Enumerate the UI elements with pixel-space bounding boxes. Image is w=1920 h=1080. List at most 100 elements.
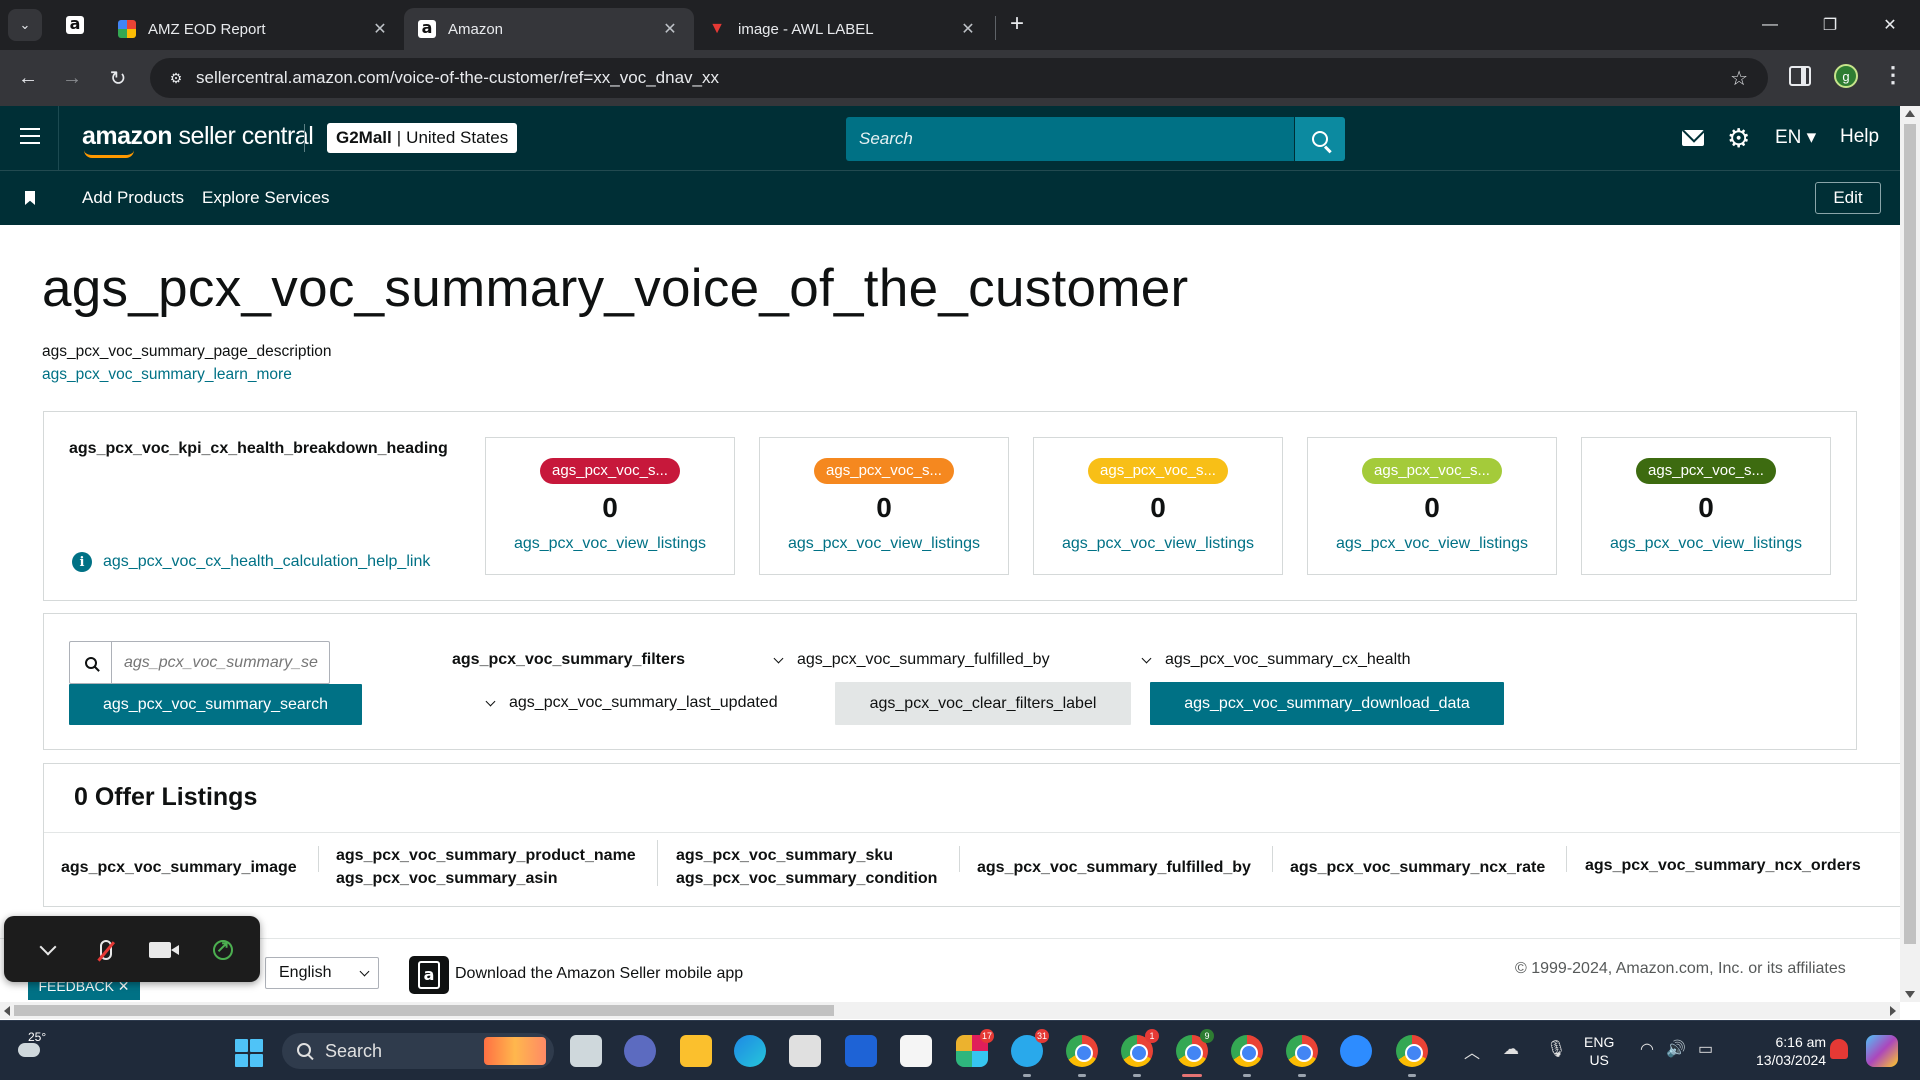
system-clock[interactable]: 6:16 am 13/03/2024 — [1756, 1033, 1826, 1069]
copilot-icon[interactable] — [1866, 1035, 1898, 1067]
zoom-icon[interactable] — [1340, 1035, 1372, 1067]
amazon-app-icon[interactable] — [900, 1035, 932, 1067]
search-button[interactable]: ags_pcx_voc_summary_search — [69, 684, 362, 725]
listing-search-input[interactable] — [113, 642, 329, 683]
subnav-add-products[interactable]: Add Products — [82, 188, 184, 208]
back-arrow-icon[interactable]: ← — [12, 62, 44, 94]
gear-icon[interactable]: ⚙ — [1727, 125, 1750, 151]
task-view-icon[interactable] — [570, 1035, 602, 1067]
windows-start-icon[interactable] — [235, 1039, 263, 1067]
footer-language-select[interactable]: English — [265, 957, 379, 989]
close-tab-icon[interactable]: ✕ — [660, 19, 680, 39]
collapse-chevron-icon[interactable] — [32, 934, 64, 966]
help-link[interactable]: Help — [1840, 126, 1879, 148]
hamburger-menu-icon[interactable] — [20, 128, 40, 144]
health-calculation-help-link[interactable]: ags_pcx_voc_cx_health_calculation_help_l… — [103, 553, 430, 571]
reload-icon[interactable]: ↻ — [102, 62, 134, 94]
wifi-icon[interactable]: ◠ — [1640, 1039, 1654, 1059]
camera-icon[interactable] — [144, 934, 179, 966]
close-tab-icon[interactable]: ✕ — [370, 19, 390, 39]
profile-avatar[interactable]: g — [1834, 64, 1858, 88]
dropbox-icon[interactable] — [845, 1035, 877, 1067]
tab-awl-label[interactable]: ▼ image - AWL LABEL ✕ — [694, 8, 992, 50]
side-panel-icon[interactable] — [1789, 66, 1811, 86]
address-bar[interactable]: ⚙ sellercentral.amazon.com/voice-of-the-… — [150, 58, 1768, 98]
url-text[interactable]: sellercentral.amazon.com/voice-of-the-cu… — [196, 68, 719, 88]
language-selector[interactable]: EN ▾ — [1775, 126, 1816, 149]
view-listings-link[interactable]: ags_pcx_voc_view_listings — [1034, 535, 1282, 553]
share-screen-icon[interactable] — [207, 934, 239, 966]
horizontal-scrollbar[interactable] — [0, 1002, 1900, 1019]
battery-icon[interactable]: ▭ — [1698, 1039, 1713, 1059]
microphone-icon[interactable]: 🎙 — [1546, 1039, 1566, 1059]
weather-widget[interactable]: 25° — [12, 1030, 52, 1071]
close-tab-icon[interactable]: ✕ — [958, 19, 978, 39]
column-header-ncx-rate[interactable]: ags_pcx_voc_summary_ncx_rate — [1290, 856, 1545, 879]
tab-search-button[interactable]: ⌄ — [8, 9, 42, 41]
vertical-scrollbar[interactable] — [1900, 106, 1920, 1002]
view-listings-link[interactable]: ags_pcx_voc_view_listings — [486, 535, 734, 553]
volume-icon[interactable]: 🔊 — [1666, 1039, 1686, 1059]
telegram-icon[interactable]: 31 — [1011, 1029, 1049, 1077]
input-language[interactable]: ENG US — [1584, 1033, 1614, 1069]
column-header-sku[interactable]: ags_pcx_voc_summary_sku ags_pcx_voc_summ… — [676, 844, 937, 890]
chrome-profile-3-icon[interactable]: 9 — [1176, 1029, 1214, 1077]
slack-icon[interactable]: 17 — [956, 1029, 994, 1067]
scroll-right-icon[interactable] — [1890, 1006, 1896, 1016]
file-explorer-icon[interactable] — [680, 1035, 712, 1067]
clear-filters-button[interactable]: ags_pcx_voc_clear_filters_label — [835, 682, 1131, 725]
scroll-left-icon[interactable] — [4, 1006, 10, 1016]
notification-bell-icon[interactable] — [1830, 1039, 1848, 1059]
column-header-image[interactable]: ags_pcx_voc_summary_image — [61, 856, 297, 879]
pinned-tab-amazon[interactable]: a — [58, 10, 92, 40]
restore-button[interactable]: ❐ — [1800, 0, 1860, 50]
store-selector[interactable]: G2Mall | United States — [327, 123, 518, 153]
column-header-fulfilled-by[interactable]: ags_pcx_voc_summary_fulfilled_by — [977, 856, 1251, 879]
scrollbar-thumb[interactable] — [1904, 124, 1916, 944]
amazon-seller-app-icon[interactable]: a — [409, 956, 449, 994]
view-listings-link[interactable]: ags_pcx_voc_view_listings — [760, 535, 1008, 553]
edit-nav-button[interactable]: Edit — [1815, 182, 1881, 214]
learn-more-link[interactable]: ags_pcx_voc_summary_learn_more — [42, 366, 292, 384]
tab-amz-eod-report[interactable]: AMZ EOD Report ✕ — [104, 8, 404, 50]
seller-central-logo[interactable]: amazon seller central — [82, 122, 314, 151]
minimize-button[interactable]: — — [1740, 0, 1800, 50]
meet-chat-icon[interactable] — [624, 1035, 656, 1067]
edge-browser-icon[interactable] — [734, 1035, 766, 1067]
mic-muted-icon[interactable] — [90, 934, 122, 966]
mail-icon[interactable] — [1682, 130, 1704, 146]
view-listings-link[interactable]: ags_pcx_voc_view_listings — [1582, 535, 1830, 553]
chrome-profile-5-icon[interactable] — [1286, 1035, 1318, 1077]
chrome-profile-2-icon[interactable]: 1 — [1121, 1029, 1159, 1077]
scroll-up-icon[interactable] — [1905, 110, 1915, 117]
column-header-ncx-orders[interactable]: ags_pcx_voc_summary_ncx_orders — [1585, 854, 1861, 877]
browser-menu-icon[interactable]: ⋮ — [1882, 62, 1904, 88]
subnav-explore-services[interactable]: Explore Services — [202, 188, 330, 208]
header-search-input[interactable] — [846, 117, 1294, 161]
onedrive-icon[interactable]: ☁ — [1503, 1039, 1519, 1059]
download-app-link[interactable]: Download the Amazon Seller mobile app — [455, 965, 743, 983]
download-data-button[interactable]: ags_pcx_voc_summary_download_data — [1150, 682, 1504, 725]
bookmark-icon[interactable] — [25, 191, 35, 205]
column-header-product[interactable]: ags_pcx_voc_summary_product_name ags_pcx… — [336, 844, 636, 890]
chrome-profile-4-icon[interactable] — [1231, 1035, 1263, 1077]
fulfilled-by-filter[interactable]: ags_pcx_voc_summary_fulfilled_by — [773, 651, 1050, 669]
scroll-down-icon[interactable] — [1905, 991, 1915, 998]
forward-arrow-icon[interactable]: → — [56, 62, 88, 94]
last-updated-filter[interactable]: ags_pcx_voc_summary_last_updated — [485, 694, 778, 712]
scrollbar-thumb[interactable] — [14, 1005, 834, 1016]
close-window-button[interactable]: ✕ — [1860, 0, 1920, 50]
show-hidden-icons-chevron-icon[interactable]: ︿ — [1464, 1039, 1480, 1063]
new-tab-button[interactable]: + — [1003, 11, 1031, 39]
bookmark-star-icon[interactable]: ☆ — [1730, 66, 1748, 91]
cx-health-filter[interactable]: ags_pcx_voc_summary_cx_health — [1141, 651, 1410, 669]
tab-amazon[interactable]: a Amazon ✕ — [404, 8, 694, 50]
site-info-icon[interactable]: ⚙ — [166, 68, 186, 88]
chrome-profile-6-icon[interactable] — [1396, 1035, 1428, 1077]
microsoft-store-icon[interactable] — [789, 1035, 821, 1067]
kpi-help[interactable]: i ags_pcx_voc_cx_health_calculation_help… — [72, 552, 430, 572]
chrome-profile-1-icon[interactable] — [1066, 1035, 1098, 1077]
view-listings-link[interactable]: ags_pcx_voc_view_listings — [1308, 535, 1556, 553]
header-search-button[interactable] — [1295, 117, 1345, 161]
taskbar-search[interactable]: Search — [282, 1033, 554, 1069]
